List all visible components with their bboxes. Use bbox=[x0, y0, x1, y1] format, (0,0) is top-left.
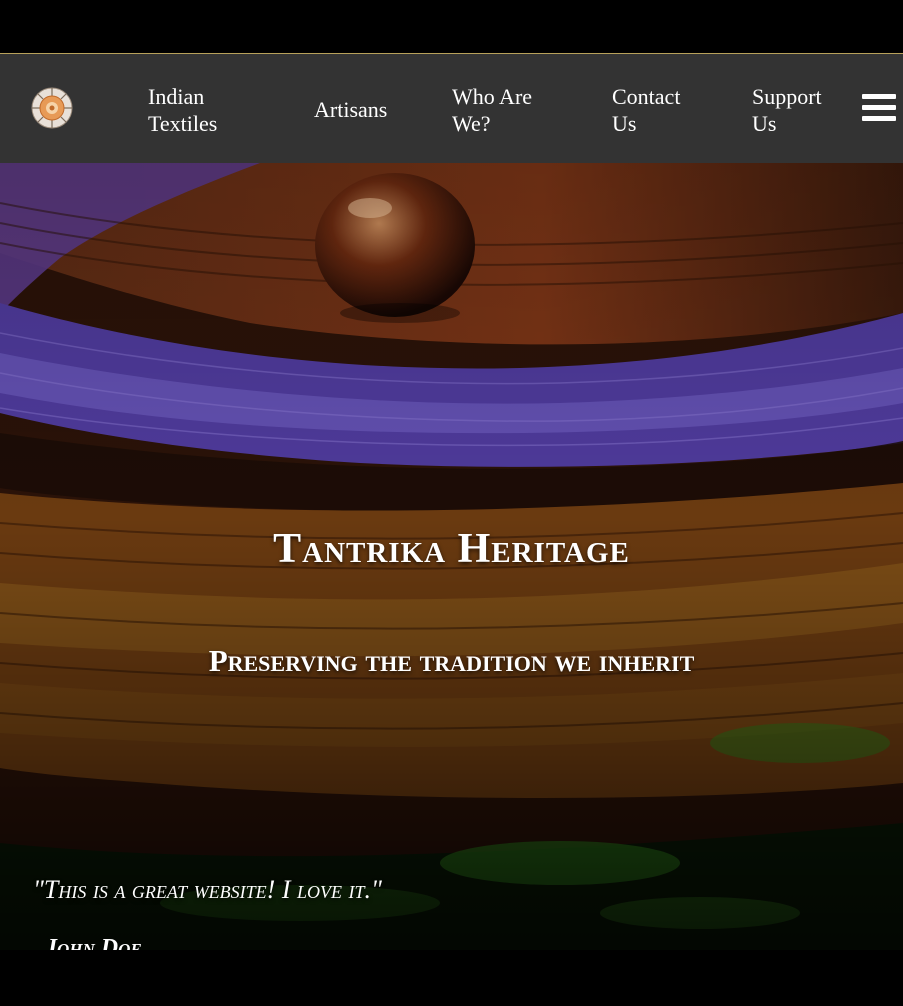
bottom-black-bar bbox=[0, 950, 903, 1006]
nav-link-contact-us[interactable]: Contact Us bbox=[612, 83, 680, 137]
top-black-bar bbox=[0, 0, 903, 53]
testimonial-quote: "This is a great website! I love it." bbox=[33, 875, 382, 904]
hero-title: Tantrika Heritage bbox=[273, 526, 630, 572]
nav-link-indian-textiles[interactable]: Indian Textiles bbox=[148, 83, 217, 137]
nav-label-line2: Textiles bbox=[148, 111, 218, 136]
nav-link-artisans[interactable]: Artisans bbox=[314, 96, 387, 123]
nav-link-support-us[interactable]: Support Us bbox=[752, 83, 822, 137]
nav-label-line1: Contact bbox=[612, 84, 681, 109]
nav-label-line1: Who Are bbox=[452, 84, 533, 109]
hero-subtitle: Preserving the tradition we inherit bbox=[208, 643, 695, 678]
nav-label-line1: Indian bbox=[148, 84, 205, 109]
nav-label-line1: Artisans bbox=[314, 97, 388, 122]
testimonial-author: John Doe bbox=[45, 935, 142, 950]
nav-link-who-are-we[interactable]: Who Are We? bbox=[452, 83, 532, 137]
hero-section: Tantrika Heritage Preserving the traditi… bbox=[0, 163, 903, 950]
nav-label-line2: Us bbox=[752, 111, 777, 136]
navbar: Indian Textiles Artisans Who Are We? Con… bbox=[0, 53, 903, 163]
hamburger-menu-icon[interactable] bbox=[862, 94, 896, 124]
nav-label-line1: Support bbox=[752, 84, 822, 109]
logo-mandala-icon[interactable] bbox=[30, 86, 74, 130]
nav-label-line2: We? bbox=[452, 111, 491, 136]
nav-label-line2: Us bbox=[612, 111, 637, 136]
